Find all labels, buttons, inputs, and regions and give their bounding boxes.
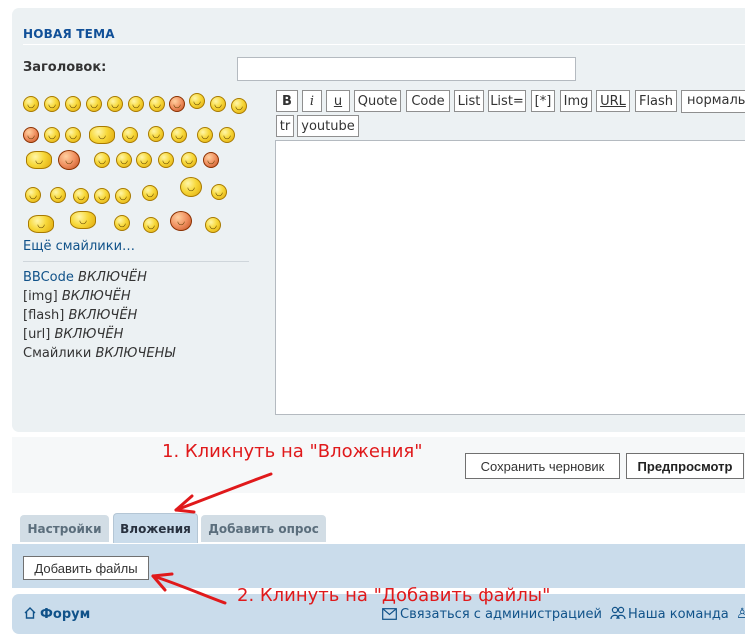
smiley-icon[interactable]	[143, 217, 159, 233]
smiley-icon[interactable]	[70, 211, 96, 229]
home-icon	[24, 607, 36, 619]
preview-button[interactable]: Предпросмотр	[626, 453, 744, 479]
smiley-icon[interactable]	[197, 127, 213, 143]
smiley-icon[interactable]	[171, 127, 187, 143]
smiley-icon[interactable]	[28, 215, 54, 233]
annotation-step-2: 2. Клинуть на "Добавить файлы"	[237, 585, 551, 606]
smiley-icon[interactable]	[180, 177, 202, 197]
youtube-button[interactable]: youtube	[297, 115, 359, 137]
url-status-label: [url]	[23, 327, 51, 342]
code-button[interactable]: Code	[406, 90, 450, 112]
smiley-icon[interactable]	[189, 93, 205, 109]
flash-state: ВКЛЮЧЁН	[68, 308, 138, 323]
smiley-icon[interactable]	[86, 96, 102, 112]
smilies-status: Смайлики ВКЛЮЧЕНЫ	[23, 346, 175, 361]
smiley-icon[interactable]	[219, 127, 235, 143]
smiley-icon[interactable]	[231, 98, 247, 114]
smiley-icon[interactable]	[158, 152, 174, 168]
tab-attachments[interactable]: Вложения	[113, 513, 198, 543]
envelope-icon	[382, 608, 397, 620]
annotation-arrow-1	[174, 472, 273, 514]
smiley-icon[interactable]	[23, 96, 39, 112]
user-icon: ♙	[736, 606, 745, 620]
smiley-icon[interactable]	[122, 127, 138, 143]
smiley-icon[interactable]	[128, 96, 144, 112]
message-textarea[interactable]	[275, 140, 745, 415]
img-status: [img] ВКЛЮЧЁН	[23, 289, 131, 304]
team-icon	[610, 606, 626, 620]
smiley-icon[interactable]	[44, 96, 60, 112]
smilies-state: ВКЛЮЧЕНЫ	[95, 346, 176, 361]
smiley-icon[interactable]	[203, 152, 219, 168]
flash-button[interactable]: Flash	[635, 90, 677, 112]
smiley-icon[interactable]	[115, 188, 131, 204]
smiley-icon[interactable]	[65, 127, 81, 143]
img-state: ВКЛЮЧЁН	[61, 289, 131, 304]
img-button[interactable]: Img	[560, 90, 592, 112]
smiley-icon[interactable]	[44, 127, 60, 143]
add-files-button[interactable]: Добавить файлы	[23, 556, 149, 580]
url-button[interactable]: URL	[596, 90, 630, 112]
smiley-icon[interactable]	[169, 96, 185, 112]
list-item-button[interactable]: [*]	[531, 90, 555, 112]
smiley-icon[interactable]	[116, 152, 132, 168]
smiley-icon[interactable]	[181, 152, 197, 168]
smiley-icon[interactable]	[136, 152, 152, 168]
smiley-icon[interactable]	[205, 217, 221, 233]
smiley-icon[interactable]	[210, 96, 226, 112]
smiley-icon[interactable]	[107, 96, 123, 112]
smiley-icon[interactable]	[94, 152, 110, 168]
smiley-icon[interactable]	[23, 127, 39, 143]
smiley-icon[interactable]	[114, 215, 130, 231]
url-state: ВКЛЮЧЁН	[54, 327, 124, 342]
bbcode-link[interactable]: BBCode	[23, 270, 74, 285]
panel-title: НОВАЯ ТЕМА	[23, 27, 115, 41]
smiley-icon[interactable]	[170, 211, 192, 231]
save-draft-button[interactable]: Сохранить черновик	[465, 453, 620, 479]
tab-add-poll[interactable]: Добавить опрос	[201, 515, 326, 542]
bbcode-state: ВКЛЮЧЁН	[78, 270, 147, 285]
subject-label: Заголовок:	[23, 60, 107, 75]
font-size-select[interactable]: нормальный	[681, 90, 745, 113]
smiley-icon[interactable]	[26, 151, 52, 169]
smiley-icon[interactable]	[73, 188, 89, 204]
smiley-icon[interactable]	[148, 126, 164, 142]
list-ordered-button[interactable]: List=	[488, 90, 526, 112]
italic-button[interactable]: i	[302, 90, 322, 112]
smiley-icon[interactable]	[25, 187, 41, 203]
sidebar-divider	[23, 261, 249, 262]
smiley-icon[interactable]	[50, 187, 66, 203]
nav-team-link[interactable]: Наша команда	[628, 607, 729, 622]
smilies-status-label: Смайлики	[23, 346, 92, 361]
subject-input[interactable]	[237, 57, 576, 81]
smiley-icon[interactable]	[65, 96, 81, 112]
img-status-label: [img]	[23, 289, 58, 304]
panel-divider	[23, 44, 745, 45]
tab-settings[interactable]: Настройки	[20, 515, 109, 542]
annotation-arrow-2	[151, 572, 227, 605]
bbcode-status: BBCode ВКЛЮЧЁН	[23, 270, 147, 285]
url-status: [url] ВКЛЮЧЁН	[23, 327, 123, 342]
more-smilies-link[interactable]: Ещё смайлики…	[23, 239, 135, 254]
nav-forum-link[interactable]: Форум	[40, 607, 90, 622]
smiley-icon[interactable]	[89, 126, 115, 144]
quote-button[interactable]: Quote	[354, 90, 401, 112]
list-button[interactable]: List	[454, 90, 484, 112]
nav-contact-link[interactable]: Связаться с администрацией	[400, 607, 602, 622]
annotation-step-1: 1. Кликнуть на "Вложения"	[162, 441, 423, 462]
underline-button[interactable]: u	[326, 90, 350, 112]
tr-button[interactable]: tr	[276, 115, 294, 137]
flash-status-label: [flash]	[23, 308, 65, 323]
smiley-icon[interactable]	[58, 150, 80, 170]
flash-status: [flash] ВКЛЮЧЁН	[23, 308, 137, 323]
smiley-icon[interactable]	[211, 184, 227, 200]
smiley-icon[interactable]	[149, 96, 165, 112]
smiley-icon[interactable]	[94, 188, 110, 204]
bold-button[interactable]: B	[276, 90, 298, 112]
smiley-icon[interactable]	[142, 185, 158, 201]
